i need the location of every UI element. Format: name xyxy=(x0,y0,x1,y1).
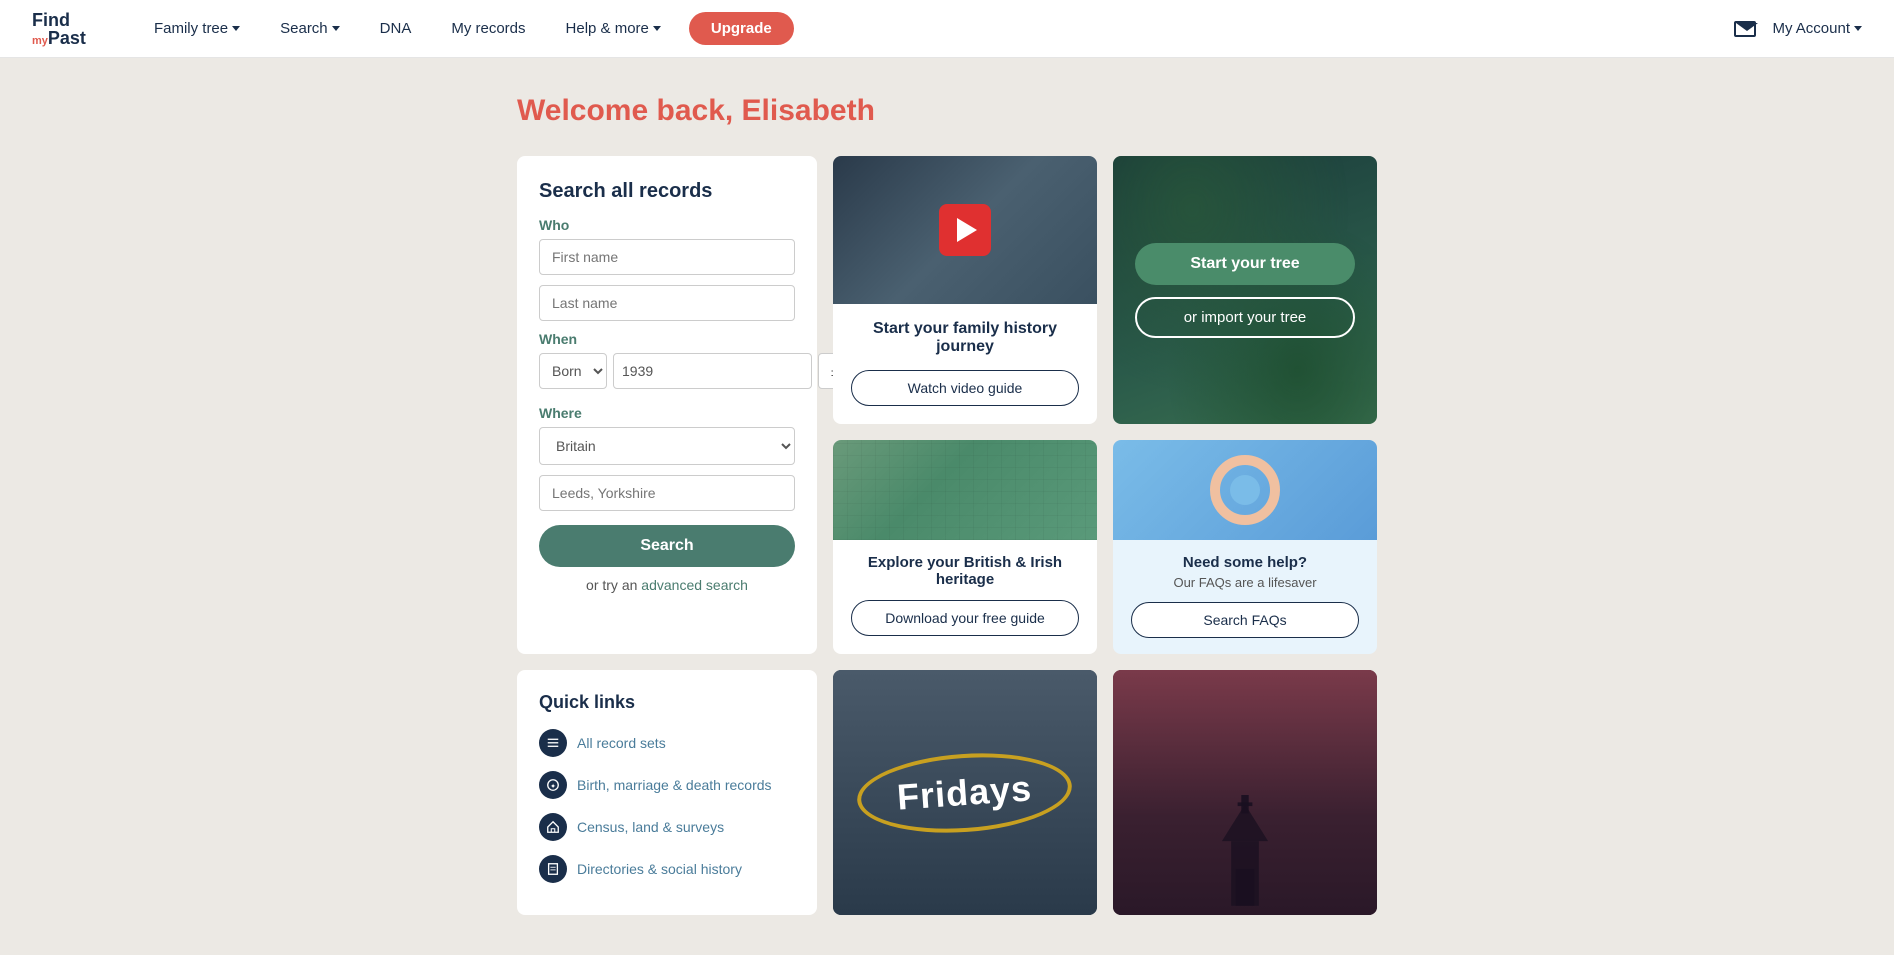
when-row: Born ± 2yrs xyxy=(539,353,795,389)
home-icon xyxy=(539,813,567,841)
search-faqs-button[interactable]: Search FAQs xyxy=(1131,602,1359,638)
quicklink-census[interactable]: Census, land & surveys xyxy=(539,813,795,841)
where-label: Where xyxy=(539,405,795,421)
list-icon xyxy=(539,729,567,757)
quicklinks-card: Quick links All record sets ✦ Birth, mar… xyxy=(517,670,817,915)
fridays-oval: Fridays xyxy=(857,754,1072,832)
search-card: Search all records Who When Born ± 2yrs … xyxy=(517,156,817,654)
help-title: Need some help? xyxy=(1183,554,1307,571)
watch-video-button[interactable]: Watch video guide xyxy=(851,370,1079,406)
nav-item-search[interactable]: Search xyxy=(260,0,360,58)
search-button[interactable]: Search xyxy=(539,525,795,567)
welcome-title: Welcome back, Elisabeth xyxy=(517,94,1377,128)
nav-links: Family tree Search DNA My records Help &… xyxy=(134,0,1735,58)
nav-label-help: Help & more xyxy=(566,20,649,37)
logo-find-text: Find xyxy=(32,11,86,29)
search-card-title: Search all records xyxy=(539,180,795,203)
nav-label-search: Search xyxy=(280,20,328,37)
quicklink-directories[interactable]: Directories & social history xyxy=(539,855,795,883)
nav-item-dna[interactable]: DNA xyxy=(360,0,432,58)
quicklink-census-label: Census, land & surveys xyxy=(577,819,724,835)
logo-my-text: my xyxy=(32,36,48,47)
or-try-text: or try an xyxy=(586,577,641,593)
quicklink-all-records[interactable]: All record sets xyxy=(539,729,795,757)
start-tree-button[interactable]: Start your tree xyxy=(1135,243,1355,285)
nav-label-family-tree: Family tree xyxy=(154,20,228,37)
nav-right: My Account xyxy=(1734,20,1862,37)
fridays-text: Fridays xyxy=(896,767,1034,817)
church-card[interactable] xyxy=(1113,670,1377,915)
nav-label-my-records: My records xyxy=(451,20,525,37)
navbar: Find my Past Family tree Search DNA My r… xyxy=(0,0,1894,58)
chevron-down-icon xyxy=(332,26,340,31)
chevron-down-icon xyxy=(1854,26,1862,31)
location-input[interactable] xyxy=(539,475,795,511)
fridays-card[interactable]: Fridays xyxy=(833,670,1097,915)
advanced-search-link[interactable]: advanced search xyxy=(641,577,748,593)
import-tree-button[interactable]: or import your tree xyxy=(1135,297,1355,338)
quicklink-directories-label: Directories & social history xyxy=(577,861,742,877)
born-select[interactable]: Born xyxy=(539,353,607,389)
map-body: Explore your British & Irish heritage Do… xyxy=(833,540,1097,652)
help-card: Need some help? Our FAQs are a lifesaver… xyxy=(1113,440,1377,654)
my-account-label: My Account xyxy=(1772,20,1850,37)
when-label: When xyxy=(539,331,795,347)
logo[interactable]: Find my Past xyxy=(32,11,86,47)
video-body: Start your family history journey Watch … xyxy=(833,304,1097,424)
nav-item-family-tree[interactable]: Family tree xyxy=(134,0,260,58)
church-silhouette-icon xyxy=(1205,795,1285,915)
video-thumbnail[interactable] xyxy=(833,156,1097,304)
quicklink-bmd[interactable]: ✦ Birth, marriage & death records xyxy=(539,771,795,799)
certificate-icon: ✦ xyxy=(539,771,567,799)
video-title: Start your family history journey xyxy=(851,320,1079,356)
nav-label-dna: DNA xyxy=(380,20,412,37)
quicklink-bmd-label: Birth, marriage & death records xyxy=(577,777,772,793)
who-label: Who xyxy=(539,217,795,233)
tree-background xyxy=(1113,156,1377,424)
oval-border: Fridays xyxy=(855,746,1075,839)
map-thumbnail xyxy=(833,440,1097,540)
tree-card: Start your tree or import your tree xyxy=(1113,156,1377,424)
main-grid: Search all records Who When Born ± 2yrs … xyxy=(517,156,1377,654)
quicklinks-title: Quick links xyxy=(539,692,795,713)
mail-icon[interactable] xyxy=(1734,21,1756,37)
nav-item-help[interactable]: Help & more xyxy=(546,0,681,58)
nav-item-my-records[interactable]: My records xyxy=(431,0,545,58)
map-title: Explore your British & Irish heritage xyxy=(851,554,1079,588)
play-icon xyxy=(957,218,977,242)
book-icon xyxy=(539,855,567,883)
help-subtitle: Our FAQs are a lifesaver xyxy=(1173,575,1316,590)
first-name-input[interactable] xyxy=(539,239,795,275)
bottom-grid: Quick links All record sets ✦ Birth, mar… xyxy=(517,670,1377,915)
year-input[interactable] xyxy=(613,353,812,389)
lifebuoy-icon xyxy=(1210,455,1280,525)
download-guide-button[interactable]: Download your free guide xyxy=(851,600,1079,636)
last-name-input[interactable] xyxy=(539,285,795,321)
map-card: Explore your British & Irish heritage Do… xyxy=(833,440,1097,654)
main-content: Welcome back, Elisabeth Search all recor… xyxy=(497,58,1397,955)
logo-past-text: Past xyxy=(48,29,86,47)
country-select[interactable]: Britain xyxy=(539,427,795,465)
map-grid xyxy=(833,440,1097,540)
quicklink-all-records-label: All record sets xyxy=(577,735,666,751)
upgrade-button[interactable]: Upgrade xyxy=(689,12,794,45)
my-account-button[interactable]: My Account xyxy=(1772,20,1862,37)
play-button[interactable] xyxy=(939,204,991,256)
help-thumbnail xyxy=(1113,440,1377,540)
help-body: Need some help? Our FAQs are a lifesaver… xyxy=(1113,540,1377,654)
chevron-down-icon xyxy=(232,26,240,31)
chevron-down-icon xyxy=(653,26,661,31)
svg-text:✦: ✦ xyxy=(550,783,556,791)
advanced-search-link-text: or try an advanced search xyxy=(539,577,795,593)
video-card: Start your family history journey Watch … xyxy=(833,156,1097,424)
